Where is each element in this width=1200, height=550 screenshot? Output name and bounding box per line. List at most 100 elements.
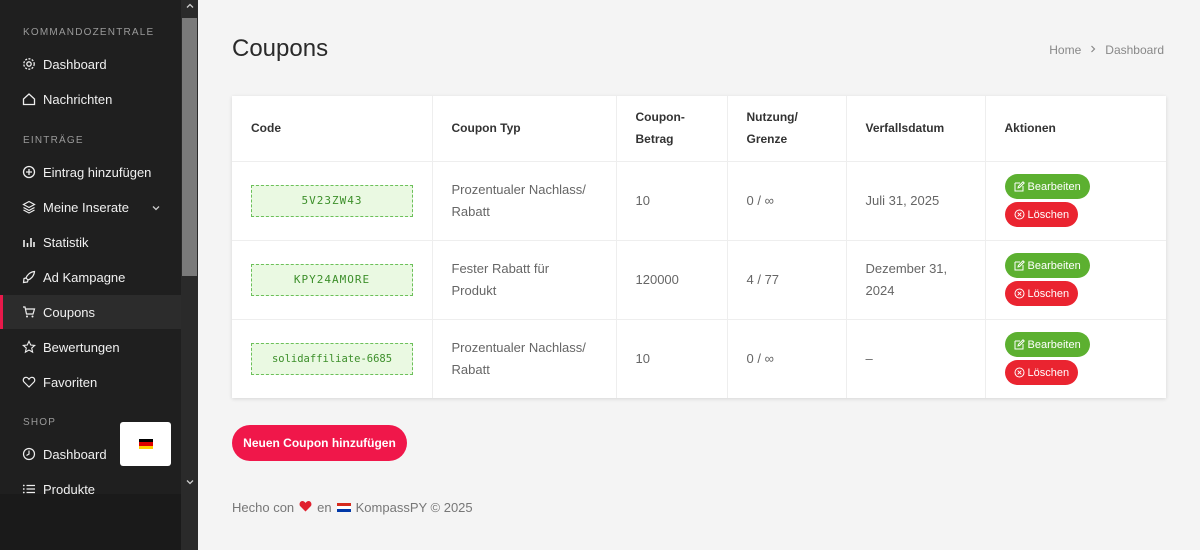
section-label-kommandozentrale: KOMMANDOZENTRALE [23, 27, 155, 38]
sidebar-bottom-band [0, 494, 198, 550]
breadcrumb-home[interactable]: Home [1049, 43, 1081, 57]
gear-icon [22, 57, 36, 71]
heart-icon [22, 375, 36, 389]
footer-text-1: Hecho con [232, 500, 295, 515]
layers-icon [22, 200, 36, 214]
delete-button[interactable]: Löschen [1004, 281, 1079, 306]
scrollbar-thumb[interactable] [182, 18, 197, 276]
sidebar-menu: KOMMANDOZENTRALE Dashboard Nachrichten E… [0, 0, 181, 550]
column-header-amount-line2: Betrag [635, 132, 674, 147]
cell-actions: Bearbeiten Löschen [985, 161, 1167, 241]
table-row: KPY24AMORE Fester Rabatt für Produkt 1200… [232, 240, 1167, 320]
sidebar-item-label: Statistik [43, 234, 89, 250]
table-row: 5V23ZW43 Prozentualer Nachlass/Rabatt 10… [232, 161, 1167, 241]
row-actions: Bearbeiten Löschen [1004, 332, 1167, 386]
delete-button[interactable]: Löschen [1004, 360, 1079, 386]
delete-button-label: Löschen [1027, 287, 1070, 300]
edit-button[interactable]: Bearbeiten [1004, 174, 1090, 199]
sidebar-item-dashboard[interactable]: Dashboard [0, 47, 181, 81]
heart-icon [299, 500, 312, 515]
breadcrumb: Home Dashboard [1049, 43, 1164, 57]
clock-icon [22, 447, 36, 461]
cell-usage: 0 / ∞ [727, 161, 847, 241]
cell-usage: 0 / ∞ [727, 319, 847, 398]
cell-actions: Bearbeiten Löschen [985, 319, 1166, 398]
type-line1: Prozentualer Nachlass/ [451, 339, 586, 355]
sidebar-item-label: Dashboard [43, 446, 107, 462]
column-header-amount-line1: Coupon- [635, 110, 685, 125]
paraguay-flag-icon [336, 502, 351, 513]
scroll-up-icon[interactable] [181, 0, 198, 17]
add-coupon-button[interactable]: Neuen Coupon hinzufügen [232, 425, 407, 461]
page-title: Coupons [232, 35, 329, 62]
cell-code: 5V23ZW43 [232, 161, 433, 241]
sidebar-item-ad-kampagne[interactable]: Ad Kampagne [0, 260, 181, 294]
expiry-line1: Juli 31, 2025 [865, 192, 940, 208]
coupons-table-card: Code Coupon Typ Coupon- Betrag Nutzung/ … [232, 96, 1166, 398]
bar-chart-icon [22, 235, 36, 249]
cell-code: KPY24AMORE [232, 240, 433, 320]
sidebar-item-coupons[interactable]: Coupons [0, 295, 181, 329]
delete-button[interactable]: Löschen [1004, 202, 1079, 227]
sidebar-item-nachrichten[interactable]: Nachrichten [0, 82, 181, 116]
breadcrumb-dashboard: Dashboard [1105, 43, 1164, 57]
column-header-usage-line1: Nutzung/ [746, 110, 798, 125]
delete-button-label: Löschen [1027, 208, 1070, 221]
column-header-code: Code [232, 96, 433, 162]
sidebar-item-label: Favoriten [43, 374, 98, 390]
expiry-line1: Dezember 31, [865, 260, 948, 276]
cell-usage: 4 / 77 [727, 240, 847, 320]
row-actions: Bearbeiten Löschen [1004, 174, 1167, 227]
coupon-code[interactable]: 5V23ZW43 [251, 184, 413, 217]
type-line2: Rabatt [451, 203, 490, 219]
scroll-down-icon[interactable] [181, 476, 198, 493]
sidebar-item-statistik[interactable]: Statistik [0, 225, 181, 259]
column-header-expiry: Verfallsdatum [846, 96, 986, 162]
language-switcher[interactable] [120, 422, 171, 466]
type-line2: Rabatt [451, 361, 490, 377]
type-line1: Prozentualer Nachlass/ [451, 181, 586, 197]
coupons-table: Code Coupon Typ Coupon- Betrag Nutzung/ … [232, 96, 1166, 398]
column-header-actions: Aktionen [985, 96, 1166, 162]
sidebar-scrollbar[interactable] [181, 0, 198, 550]
chevron-right-icon [1089, 44, 1097, 56]
sidebar-item-label: Dashboard [43, 56, 107, 72]
cell-code: solidaffiliate-6685 [232, 319, 433, 398]
coupon-code[interactable]: solidaffiliate-6685 [251, 342, 413, 375]
x-circle-icon [1014, 288, 1025, 299]
edit-icon [1014, 181, 1025, 192]
edit-button-label: Bearbeiten [1027, 259, 1081, 272]
section-label-eintraege: EINTRÄGE [23, 135, 84, 146]
cell-type: Prozentualer Nachlass/Rabatt [432, 161, 617, 241]
type-line1: Fester Rabatt für [451, 260, 550, 276]
edit-button-label: Bearbeiten [1027, 180, 1081, 193]
column-header-type: Coupon Typ [432, 96, 617, 162]
star-icon [22, 340, 36, 354]
sidebar-item-label: Eintrag hinzufügen [43, 164, 152, 180]
plus-circle-icon [22, 165, 36, 179]
rocket-icon [22, 270, 36, 284]
cell-expiry: Dezember 31, 2024 [846, 240, 986, 320]
sidebar-item-favoriten[interactable]: Favoriten [0, 365, 181, 399]
column-header-usage-line2: Grenze [746, 132, 788, 147]
type-line2: Produkt [451, 282, 497, 298]
chevron-down-icon[interactable] [151, 201, 161, 216]
cell-amount: 120000 [616, 240, 728, 320]
coupon-code[interactable]: KPY24AMORE [251, 263, 413, 296]
cell-type: Prozentualer Nachlass/Rabatt [432, 319, 617, 398]
section-label-shop: SHOP [23, 417, 57, 428]
footer-text-2: en [317, 500, 332, 515]
column-header-usage: Nutzung/ Grenze [727, 96, 847, 162]
row-actions: Bearbeiten Löschen [1004, 253, 1167, 306]
edit-icon [1014, 339, 1025, 350]
sidebar: KOMMANDOZENTRALE Dashboard Nachrichten E… [0, 0, 198, 550]
delete-button-label: Löschen [1027, 366, 1070, 379]
edit-button[interactable]: Bearbeiten [1004, 332, 1090, 358]
sidebar-item-bewertungen[interactable]: Bewertungen [0, 330, 181, 364]
sidebar-item-meine-inserate[interactable]: Meine Inserate [0, 190, 181, 224]
cell-actions: Bearbeiten Löschen [985, 240, 1167, 320]
edit-button[interactable]: Bearbeiten [1004, 253, 1090, 278]
expiry-line1: – [865, 350, 873, 366]
sidebar-item-eintrag-hinzufuegen[interactable]: Eintrag hinzufügen [0, 155, 181, 189]
cell-expiry: – [846, 319, 986, 398]
